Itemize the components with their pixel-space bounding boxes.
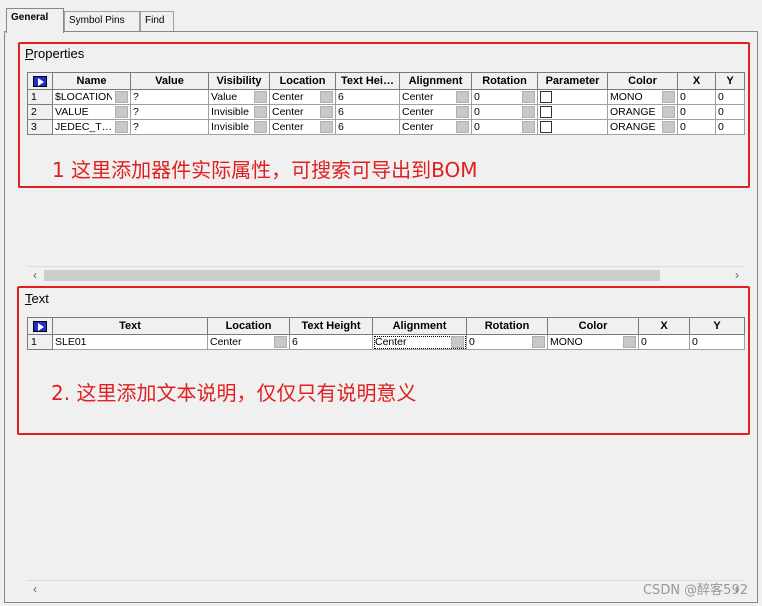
tab-general[interactable]: General xyxy=(6,8,64,33)
tab-symbol-pins[interactable]: Symbol Pins xyxy=(64,11,140,32)
watermark: CSDN @醉客592 xyxy=(642,583,748,598)
annotation-box-text xyxy=(17,286,750,435)
scroll-thumb[interactable] xyxy=(44,270,660,281)
properties-hscrollbar[interactable]: ‹ › xyxy=(27,266,745,283)
text-hscrollbar[interactable]: ‹ › xyxy=(27,580,745,597)
scroll-left-arrow[interactable]: ‹ xyxy=(27,581,43,598)
scroll-right-arrow[interactable]: › xyxy=(729,267,745,284)
annotation-text-text: 2. 这里添加文本说明，仅仅只有说明意义 xyxy=(51,381,417,405)
tab-find[interactable]: Find xyxy=(140,11,174,32)
annotation-text-properties: 1 这里添加器件实际属性，可搜索可导出到BOM xyxy=(52,158,478,182)
scroll-left-arrow[interactable]: ‹ xyxy=(27,267,43,284)
